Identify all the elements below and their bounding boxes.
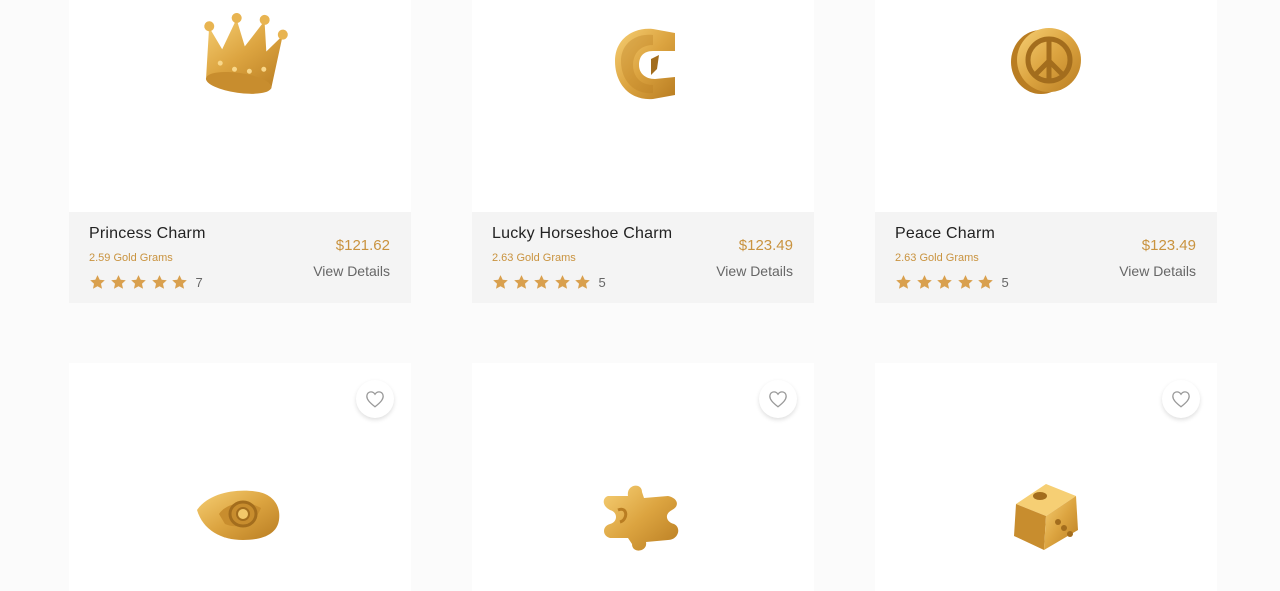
product-image[interactable] [875,363,1217,591]
evil-eye-charm-icon [197,490,280,540]
product-name[interactable]: Princess Charm [89,225,206,243]
puzzle-charm-icon [603,485,679,551]
product-image[interactable] [69,363,411,591]
star-icon [896,275,911,289]
star-icon [534,275,549,289]
dice-charm-icon [1014,484,1078,550]
product-card[interactable]: Peace Charm 2.63 Gold Grams 5 $123.49 Vi… [875,0,1217,303]
peace-charm-icon [1011,28,1081,94]
star-icon [110,275,126,289]
view-details-link[interactable]: View Details [313,263,390,279]
horseshoe-charm-icon [615,28,675,100]
rating-stars: 5 [492,274,606,291]
product-price: $121.62 [335,237,390,254]
view-details-link[interactable]: View Details [1119,263,1196,279]
product-image[interactable] [69,0,411,212]
product-image[interactable] [875,0,1217,212]
star-icon [554,275,570,289]
rating-count: 7 [195,275,203,290]
star-icon [131,275,146,289]
product-info: Peace Charm 2.63 Gold Grams 5 $123.49 Vi… [875,212,1217,303]
product-info: Lucky Horseshoe Charm 2.63 Gold Grams 5 … [472,212,814,303]
product-name[interactable]: Peace Charm [895,225,995,243]
rating-count: 5 [1001,275,1009,290]
crown-charm-icon [204,12,288,94]
product-card[interactable] [472,363,814,591]
star-icon [575,275,590,289]
product-price: $123.49 [1141,237,1196,254]
rating-count: 5 [598,275,606,290]
product-weight: 2.59 Gold Grams [89,252,173,264]
star-icon [172,275,187,289]
product-weight: 2.63 Gold Grams [895,252,979,264]
product-weight: 2.63 Gold Grams [492,252,576,264]
star-icon [151,275,167,289]
rating-stars: 7 [89,274,203,291]
rating-stars: 5 [895,274,1009,291]
product-card[interactable] [69,363,411,591]
star-icon [493,275,508,289]
star-icon [937,275,952,289]
product-image[interactable] [472,363,814,591]
star-icon [90,275,105,289]
product-card[interactable]: Princess Charm 2.59 Gold Grams 7 $121.62… [69,0,411,303]
view-details-link[interactable]: View Details [716,263,793,279]
star-icon [513,275,529,289]
product-card[interactable] [875,363,1217,591]
star-icon [978,275,993,289]
product-name[interactable]: Lucky Horseshoe Charm [492,225,672,243]
star-icon [957,275,973,289]
product-price: $123.49 [738,237,793,254]
star-icon [916,275,932,289]
product-info: Princess Charm 2.59 Gold Grams 7 $121.62… [69,212,411,303]
product-card[interactable]: Lucky Horseshoe Charm 2.63 Gold Grams 5 … [472,0,814,303]
product-image[interactable] [472,0,814,212]
